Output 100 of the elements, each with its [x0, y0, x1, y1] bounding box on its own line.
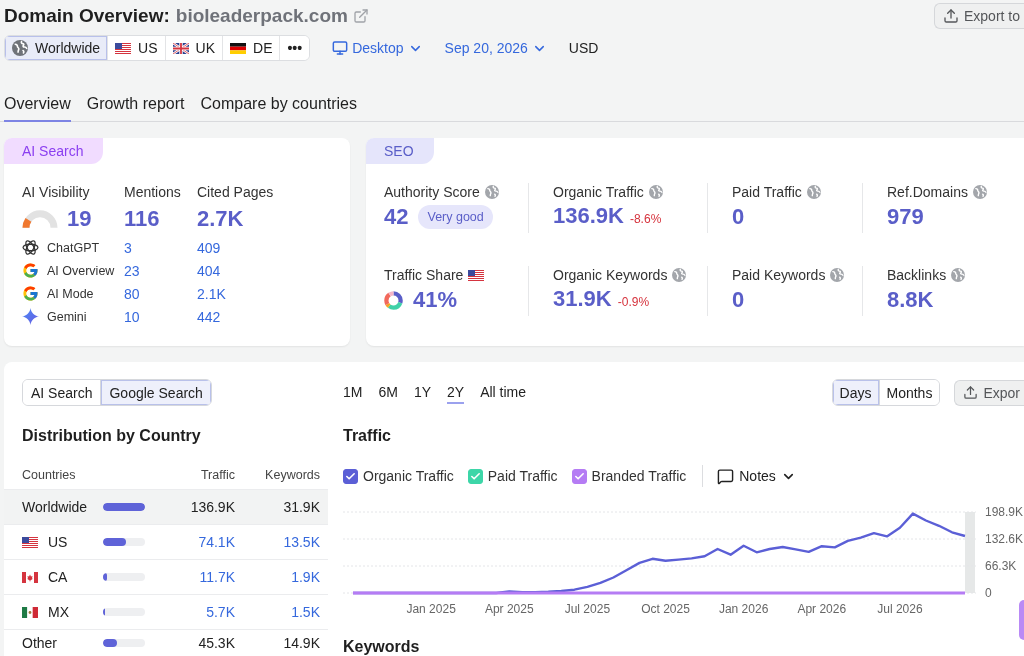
range-tab[interactable]: 2Y	[447, 381, 465, 404]
metric-label: Traffic Share	[384, 266, 464, 284]
us-flag-icon	[22, 536, 38, 548]
toggle-button[interactable]: Google Search	[100, 380, 211, 405]
range-tab[interactable]: 1Y	[413, 381, 432, 404]
checkmark-icon	[345, 470, 356, 482]
globe-icon	[648, 185, 663, 199]
range-tab[interactable]: 1M	[343, 381, 363, 404]
table-cell[interactable]: 5.7K	[206, 604, 235, 620]
table-cell: 136.9K	[190, 499, 235, 515]
export-button[interactable]: Expor	[954, 379, 1024, 406]
range-tab[interactable]: All time	[480, 381, 527, 404]
table-cell[interactable]: 74.1K	[198, 534, 235, 550]
tab[interactable]: Compare by countries	[200, 87, 357, 122]
device-dropdown[interactable]: Desktop	[332, 40, 423, 56]
toggle-button[interactable]: Days	[832, 380, 879, 405]
mexico-flag-icon	[22, 606, 38, 618]
metric-label: Paid Traffic	[732, 183, 802, 201]
uk-flag-icon	[172, 42, 189, 54]
globe-icon	[951, 268, 966, 282]
checkbox-label[interactable]: Paid Traffic	[487, 468, 558, 484]
metric-value: 136.9K	[553, 202, 624, 230]
notes-button[interactable]: Notes	[717, 467, 796, 485]
table-cell[interactable]: 13.5K	[283, 534, 320, 550]
metric-value: 0	[732, 203, 745, 231]
atom-icon	[22, 239, 39, 256]
canada-flag-icon	[22, 571, 38, 583]
checkbox[interactable]	[571, 468, 587, 484]
table-cell[interactable]: 1.5K	[291, 604, 320, 620]
metric-label: Organic Keywords	[553, 266, 668, 284]
upload-icon	[963, 385, 979, 400]
section-tag: AI Search	[4, 138, 104, 164]
platform-name: AI Overview	[47, 263, 115, 278]
mentions-link[interactable]: 80	[124, 285, 197, 302]
page-title: Domain Overview:	[4, 3, 170, 28]
metric-label: Authority Score	[384, 183, 480, 201]
table-cell[interactable]: 1.9K	[291, 569, 320, 585]
metric-value: 0	[732, 286, 745, 314]
cited-pages-link[interactable]: 409	[197, 239, 350, 256]
globe-icon	[972, 185, 987, 199]
axis-label: 198.9K	[985, 507, 1024, 519]
donut-chart-icon	[384, 290, 403, 310]
cited-pages-link[interactable]: 404	[197, 262, 350, 279]
globe-icon	[12, 40, 28, 56]
column-header: Countries	[22, 467, 76, 482]
currency-label: USD	[568, 40, 599, 56]
metric-label: Cited Pages	[197, 183, 275, 201]
axis-label: 66.3K	[985, 559, 1017, 573]
upload-icon	[942, 7, 959, 24]
table-cell[interactable]: 11.7K	[199, 569, 235, 585]
platform-name: AI Mode	[47, 286, 94, 301]
external-link-icon[interactable]	[352, 7, 369, 24]
metric-value: 31.9K	[553, 285, 612, 313]
tab[interactable]: Overview	[4, 87, 71, 122]
axis-label: Apr 2025	[484, 602, 534, 616]
checkmark-icon	[573, 470, 585, 482]
mentions-link[interactable]: 10	[124, 308, 197, 325]
metric-label: Organic Traffic	[553, 183, 644, 201]
tab[interactable]: Growth report	[86, 87, 185, 122]
metric-label: Mentions	[124, 183, 182, 201]
metric-label: Paid Keywords	[732, 266, 826, 284]
section-tag: SEO	[366, 138, 434, 164]
country-name: MX	[48, 604, 69, 620]
us-flag-icon	[468, 269, 485, 281]
range-tab[interactable]: 6M	[378, 381, 398, 404]
metric-label: Ref.Domains	[887, 183, 968, 201]
globe-icon	[672, 268, 687, 282]
cited-pages-link[interactable]: 2.1K	[197, 285, 350, 302]
section-title: Distribution by Country	[22, 426, 201, 446]
date-dropdown[interactable]: Sep 20, 2026	[444, 40, 547, 56]
rating-badge: Very good	[418, 205, 493, 229]
domain-link[interactable]: bioleaderpack.com	[175, 2, 348, 29]
axis-label: Jul 2025	[564, 602, 611, 616]
column-header: Traffic	[200, 467, 235, 482]
table-cell: 31.9K	[283, 499, 320, 515]
axis-label: Jan 2026	[718, 602, 769, 616]
metric-value: 41%	[413, 286, 458, 314]
cited-pages-link[interactable]: 442	[197, 308, 350, 325]
toggle-button[interactable]: Months	[878, 380, 940, 405]
metric-value: 116	[124, 204, 161, 233]
region-button[interactable]: Worldwide	[5, 36, 109, 60]
mentions-link[interactable]: 23	[124, 262, 197, 279]
export-button[interactable]: Export to	[933, 2, 1024, 29]
table-cell: 45.3K	[198, 635, 235, 651]
floating-button[interactable]	[1019, 600, 1024, 640]
section-title: Traffic	[343, 426, 392, 446]
country-name: US	[48, 534, 68, 550]
axis-label: Oct 2025	[641, 602, 690, 616]
table-row[interactable]: Worldwide 136.9K 31.9K	[4, 489, 328, 524]
checkbox-label[interactable]: Branded Traffic	[591, 468, 687, 484]
checkbox-label[interactable]: Organic Traffic	[363, 468, 454, 484]
checkbox[interactable]	[467, 468, 483, 484]
checkbox[interactable]	[343, 468, 358, 484]
country-name: CA	[48, 569, 68, 585]
mentions-link[interactable]: 3	[124, 239, 197, 256]
metric-value: 8.8K	[887, 286, 934, 314]
axis-label: Apr 2026	[797, 602, 847, 616]
google-g-icon	[22, 262, 39, 279]
section-title: Keywords	[343, 639, 421, 655]
country-name: Other	[22, 635, 57, 651]
